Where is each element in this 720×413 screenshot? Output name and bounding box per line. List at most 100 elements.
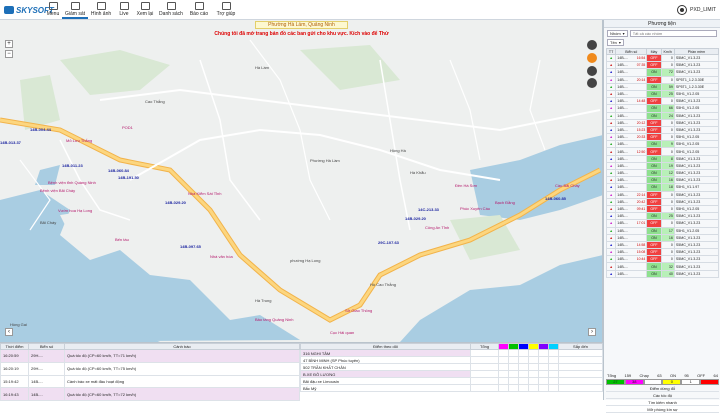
vehicle-plate-label[interactable]: 14B-191.50: [118, 175, 139, 180]
vehicle-plate-label[interactable]: 14B-097.65: [180, 244, 201, 249]
map-notice[interactable]: Chúng tôi đã mở trang bản đồ các ban gửi…: [0, 31, 602, 37]
watch-point-row[interactable]: 316 NGHI TÂM: [300, 349, 603, 357]
link-quick-search[interactable]: Tìm kiếm nhanh: [606, 399, 719, 406]
vehicle-row[interactable]: ▲ 14B-... ON 19 S5MC_V1.3.23: [605, 161, 720, 171]
vehicle-row[interactable]: ▲ 14B-... 15:08 OFF 0 S5MC_V1.3.23: [605, 248, 720, 257]
nav-monitor[interactable]: Giám sát: [62, 1, 88, 19]
search-input[interactable]: [629, 30, 717, 37]
group-select[interactable]: Nhóm ▾: [607, 30, 628, 37]
vehicle-row[interactable]: ▲ 14B-... 22:14 OFF 0 S5MC_V1.3.23: [605, 190, 720, 199]
vehicle-row[interactable]: ▲ 14B-... 12:50 OFF 0 S5H1_V1.2.05: [605, 147, 720, 156]
vehicle-row[interactable]: ▲ 14B-... 16:54 OFF 0 S5MC_V1.3.23: [605, 53, 720, 63]
vehicle-state: OFF: [646, 204, 662, 214]
vehicle-row[interactable]: ▲ 14B-... 20:33 OFF 0 S5H1_V1.2.05: [605, 133, 720, 142]
link-incident-room[interactable]: Mở phòng kín sự: [606, 406, 719, 413]
alert-row[interactable]: 16:19:43 14B-... Quá tốc độ (CP=60 km/h, T…: [0, 387, 300, 401]
poi-label[interactable]: Nhà Kiểm Sát Tỉnh: [188, 191, 222, 196]
vehicle-row[interactable]: ▲ 14B-... 20:42 OFF 0 S5MC_V1.3.23: [605, 197, 720, 206]
poi-label[interactable]: Đền Hà Sơn: [455, 183, 477, 188]
vehicle-panel: Phương tiện Nhóm▾ Tên▾ TT Biển số Máy Km…: [603, 20, 720, 413]
vehicle-row[interactable]: ▲ 14B-... 17:01 OFF 0 S5MC_V1.3.23: [605, 219, 720, 228]
nav-help[interactable]: Trợ giúp: [213, 1, 239, 19]
vehicle-plate-label[interactable]: 14B-004.44: [30, 127, 51, 132]
locate-icon[interactable]: [587, 40, 597, 50]
vehicle-row[interactable]: ▲ 14B-... 07:35 OFF 0 S5MC_V1.3.23: [605, 61, 720, 70]
vehicle-row[interactable]: ▲ 14B-... 14:48 OFF 0 S5MC_V1.3.23: [605, 97, 720, 106]
watch-point-row[interactable]: Bắc Mỹ: [300, 384, 603, 392]
vehicle-row[interactable]: ▲ 14B-... ON 9 S5H1_V1.2.05: [605, 140, 720, 149]
poi-label[interactable]: Bảo tàng Quảng Ninh: [255, 317, 293, 322]
poi-label[interactable]: POD1: [122, 125, 133, 130]
vehicle-row[interactable]: ▲ 14B-... ON 12 S5MC_V1.3.23: [605, 168, 720, 178]
alert-row[interactable]: 15:19:42 14B-... Cảnh báo xe mất đầu hoạt …: [0, 374, 300, 389]
user-menu[interactable]: PXD_LIMIT: [677, 3, 716, 17]
vehicle-row[interactable]: ▲ 14B-... ON 8 S5MC_V1.3.23: [605, 154, 720, 163]
poi-label[interactable]: Vườn hoa Hạ Long: [58, 208, 92, 213]
vehicle-row[interactable]: ▲ 14B-... 09:41 OFF 0 S5H1_V1.2.05: [605, 204, 720, 214]
vehicle-row[interactable]: ▲ 14B-... ON 25 S5H1_V1.2.05: [605, 89, 720, 99]
poi-label[interactable]: Nhà văn hóa: [210, 254, 233, 259]
poi-label[interactable]: Bạch Đằng: [495, 200, 515, 205]
link-speeds[interactable]: Các tốc độ: [606, 392, 719, 399]
vehicle-row[interactable]: ▲ 14B-... ON 25 S5MC_V1.3.23: [605, 212, 720, 221]
zoom-in-button[interactable]: +: [5, 40, 13, 48]
status-swatch[interactable]: 38: [624, 379, 644, 385]
poi-label[interactable]: Cầu Bãi Cháy: [555, 183, 580, 188]
status-swatch[interactable]: [700, 379, 719, 385]
vehicle-row[interactable]: ▲ 14B-... 20:12 OFF 0 S5MC_V1.3.23: [605, 118, 720, 127]
vehicle-row[interactable]: ▲ 14B-... ON 18 S5H1_V1.1.97: [605, 183, 720, 192]
vehicle-row[interactable]: ▲ 14B-... ON 40 S5MC_V1.3.23: [605, 269, 720, 278]
vehicle-plate-label[interactable]: 14C-213.33: [418, 207, 439, 212]
poi-label[interactable]: Bệnh viện tỉnh Quảng Ninh: [48, 180, 96, 185]
vehicle-row[interactable]: ▲ 14B-... ON 66 S5H1_V1.2.05: [605, 104, 720, 113]
measure-icon[interactable]: [587, 78, 597, 88]
nav-report[interactable]: Báo cáo: [186, 1, 212, 19]
vehicle-plate-label[interactable]: 14B-029.20: [165, 200, 186, 205]
nav-replay[interactable]: Xem lại: [132, 1, 158, 19]
layer-orange-icon[interactable]: [587, 53, 597, 63]
vehicle-row[interactable]: ▲ 14B-... 20:14 OFF 0 SP5T1_1.2.3.30E: [605, 75, 720, 84]
watch-point-row[interactable]: 502 TRẦN KHẤT CHÂN: [300, 363, 603, 371]
poi-label[interactable]: Bến tàu: [115, 237, 129, 242]
link-stop-points[interactable]: Điểm dừng đỗ: [606, 385, 719, 392]
vehicle-plate-text: 14B-...: [617, 77, 628, 82]
poi-label[interactable]: Bệnh viện Bãi Cháy: [40, 188, 75, 193]
poi-label[interactable]: Cục Hải quan: [330, 330, 354, 335]
vehicle-plate-label[interactable]: 14B-011.23: [62, 163, 83, 168]
vehicle-plate-label[interactable]: 29C-107.63: [378, 240, 399, 245]
watch-point-row[interactable]: B.XE ĐÔ LƯƠNG: [300, 370, 603, 378]
scroll-left-button[interactable]: ‹: [5, 328, 13, 336]
map-view[interactable]: Phường Hà Lầm, Quảng Ninh Chúng tôi đã m…: [0, 20, 603, 342]
poi-label[interactable]: Mỏ Lưu Thắng: [66, 138, 92, 143]
nav-list[interactable]: Danh sách: [158, 1, 184, 19]
vehicle-row[interactable]: ▲ 14B-... ON 16 S5MC_V1.3.23: [605, 176, 720, 185]
pin-icon[interactable]: [587, 66, 597, 76]
vehicle-plate-label[interactable]: 14B-013.37: [0, 140, 21, 145]
vehicle-plate-label[interactable]: 14B-060.85: [545, 196, 566, 201]
vehicle-row[interactable]: ▲ 14B-... ON 32 S5MC_V1.3.23: [605, 262, 720, 271]
alert-plate: 14B-...: [28, 387, 65, 401]
watch-point-row[interactable]: Bãi đậu xe Limousin: [300, 377, 603, 385]
vehicle-row[interactable]: ▲ 14B-... ON 16 S5MC_V1.3.23: [605, 233, 720, 242]
vehicle-row[interactable]: ▲ 14B-... ON 72 S5MC_V1.3.23: [605, 68, 720, 77]
vehicle-row[interactable]: ▲ 14B-... ON 24 S5MC_V1.3.23: [605, 111, 720, 120]
scroll-right-button[interactable]: ›: [588, 328, 596, 336]
status-swatch[interactable]: 27: [606, 379, 625, 385]
vehicle-row[interactable]: ▲ 14B-... ON 17 S5H1_V1.2.05: [605, 226, 720, 235]
poi-label[interactable]: Công An Tỉnh: [425, 225, 449, 230]
vehicle-row[interactable]: ▲ 14B-... 15:23 OFF 0 S5MC_V1.3.23: [605, 125, 720, 135]
vehicle-direction-icon: ▲: [605, 161, 617, 171]
zoom-out-button[interactable]: −: [5, 50, 13, 58]
vehicle-row[interactable]: ▲ 14B-... 10:44 OFF 0 S5MC_V1.3.23: [605, 255, 720, 264]
vehicle-plate-label[interactable]: 14B-060.84: [108, 168, 129, 173]
alert-row[interactable]: 16:20:59 29H-... Quá tốc độ (CP=60 km/h, T…: [0, 349, 300, 363]
poi-label[interactable]: Phúc Xuyên Cầu: [460, 206, 490, 211]
status-swatch[interactable]: 1: [681, 379, 701, 385]
sort-select[interactable]: Tên ▾: [607, 39, 624, 46]
vehicle-row[interactable]: ▲ 14B-... ON 59 SP5T1_1.2.3.30E: [605, 82, 720, 91]
poi-label[interactable]: Sở Giao Thông: [345, 308, 372, 313]
vehicle-plate-label[interactable]: 14B-029.20: [405, 216, 426, 221]
vehicle-row[interactable]: ▲ 14B-... 14:58 OFF 0 S5MC_V1.3.23: [605, 240, 720, 250]
alert-row[interactable]: 16:20:19 29H-... Quá tốc độ (CP=60 km/h, T…: [0, 361, 300, 376]
watch-point-row[interactable]: 47 BÌNH MINH (SP Phúc tuyên): [300, 356, 603, 364]
